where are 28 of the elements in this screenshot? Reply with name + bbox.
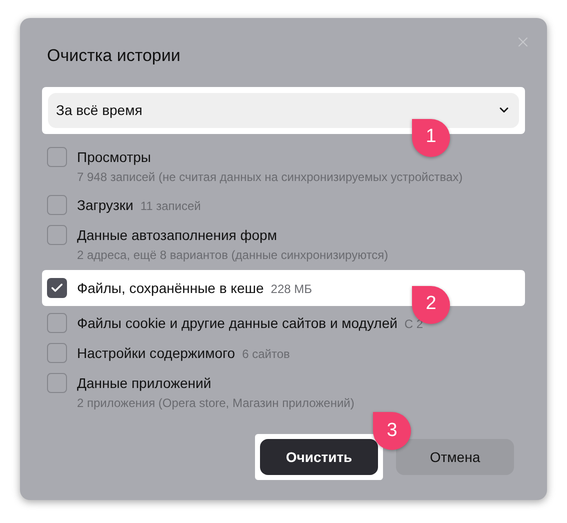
option-detail: 228 МБ [270,280,312,298]
period-dropdown[interactable]: За всё время [48,92,519,128]
clear-button[interactable]: Очистить [260,439,378,475]
dialog-title: Очистка истории [47,45,182,67]
option-label: Файлы, сохранённые в кеше [77,278,264,298]
checkbox[interactable] [47,372,67,392]
option-label: Данные приложений [77,374,212,393]
option-detail: 2 приложения (Opera store, Магазин приложений) [77,394,354,412]
checkbox[interactable] [47,146,67,166]
option-detail: 7 948 записей (не считая данных на синхронизируемых устройствах) [77,168,463,186]
option-detail: 2 адреса, ещё 8 вариантов (данные синхронизируются) [77,246,388,264]
checkbox[interactable] [47,194,67,214]
option-label: Настройки содержимого [77,344,236,363]
option-detail: 6 сайтов [242,346,290,362]
cancel-button[interactable]: Отмена [396,439,514,475]
check-icon [50,280,64,294]
checkbox[interactable] [47,278,67,298]
option-detail: 11 записей [140,198,201,214]
checkbox[interactable] [47,224,67,244]
option-label: Загрузки [77,196,134,215]
checkbox[interactable] [47,342,67,362]
option-label: Просмотры [77,148,152,167]
step-badge: 2 [412,286,450,324]
checkbox[interactable] [47,312,67,332]
step-badge: 1 [412,118,450,156]
option-label: Данные автозаполнения форм [77,226,278,245]
step-badge: 3 [373,412,411,450]
option-label: Файлы cookie и другие данные сайтов и модулей [77,314,398,333]
